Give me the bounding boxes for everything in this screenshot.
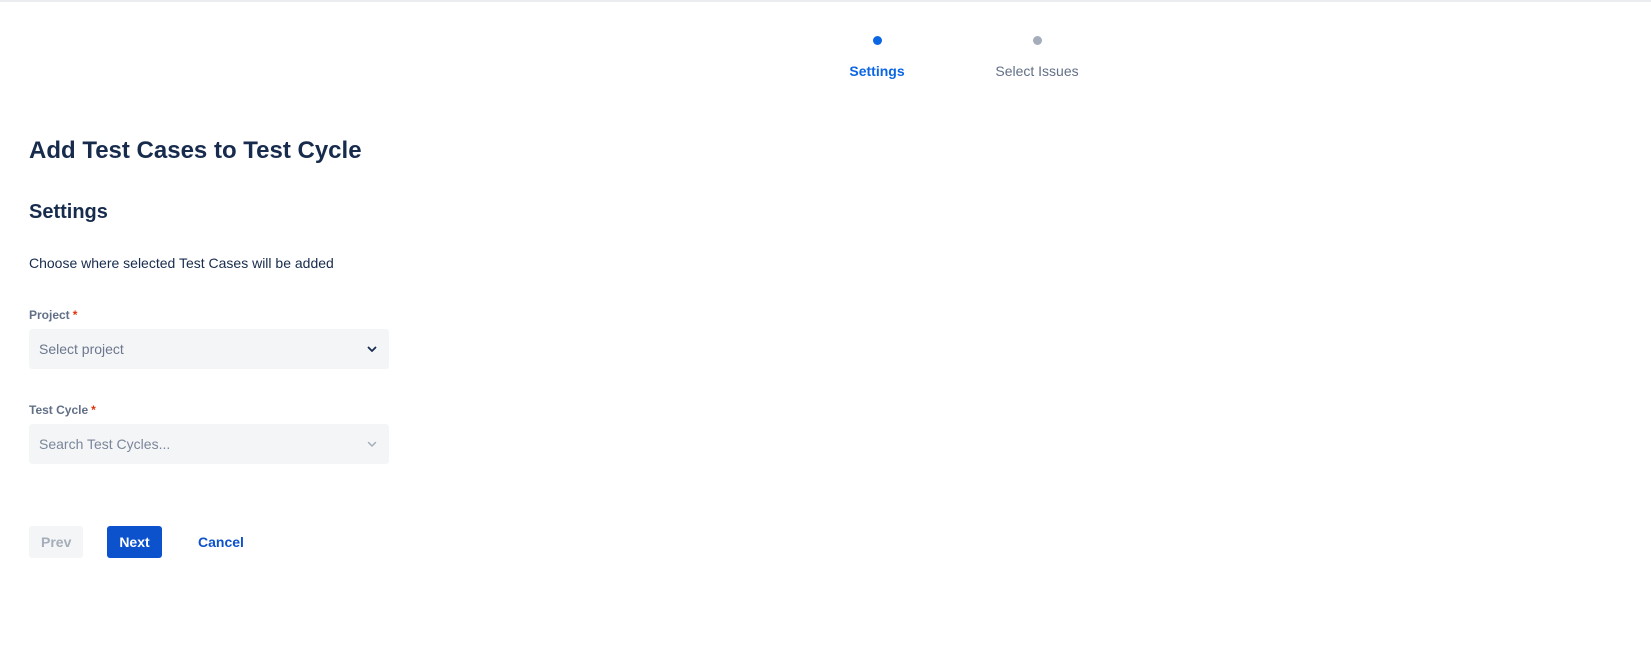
section-title: Settings (29, 201, 108, 223)
test-cycle-select-placeholder: Search Test Cycles... (39, 436, 171, 452)
test-cycle-field-label: Test Cycle * (29, 402, 96, 418)
chevron-down-icon (365, 437, 379, 451)
project-field-label: Project * (29, 307, 77, 323)
project-select-placeholder: Select project (39, 341, 124, 357)
section-description: Choose where selected Test Cases will be… (29, 255, 334, 271)
progress-stepper: Settings Select Issues (0, 36, 1651, 86)
project-select[interactable]: Select project (29, 329, 389, 369)
chevron-down-icon (365, 342, 379, 356)
cancel-button[interactable]: Cancel (186, 526, 254, 558)
next-button[interactable]: Next (107, 526, 162, 558)
required-indicator: * (91, 403, 96, 417)
step-active-dot-icon (872, 36, 882, 45)
step-inactive-dot-icon (1032, 36, 1042, 45)
step-settings[interactable]: Settings (807, 36, 947, 79)
test-cycle-label-text: Test Cycle (29, 403, 89, 417)
test-cycle-select[interactable]: Search Test Cycles... (29, 424, 389, 464)
step-select-issues[interactable]: Select Issues (967, 36, 1107, 79)
step-settings-label: Settings (849, 63, 905, 79)
required-indicator: * (72, 308, 78, 322)
project-label-text: Project (29, 308, 70, 322)
prev-button[interactable]: Prev (29, 526, 83, 558)
top-divider (0, 0, 1651, 2)
step-select-issues-label: Select Issues (995, 63, 1079, 79)
page-title: Add Test Cases to Test Cycle (29, 137, 362, 164)
